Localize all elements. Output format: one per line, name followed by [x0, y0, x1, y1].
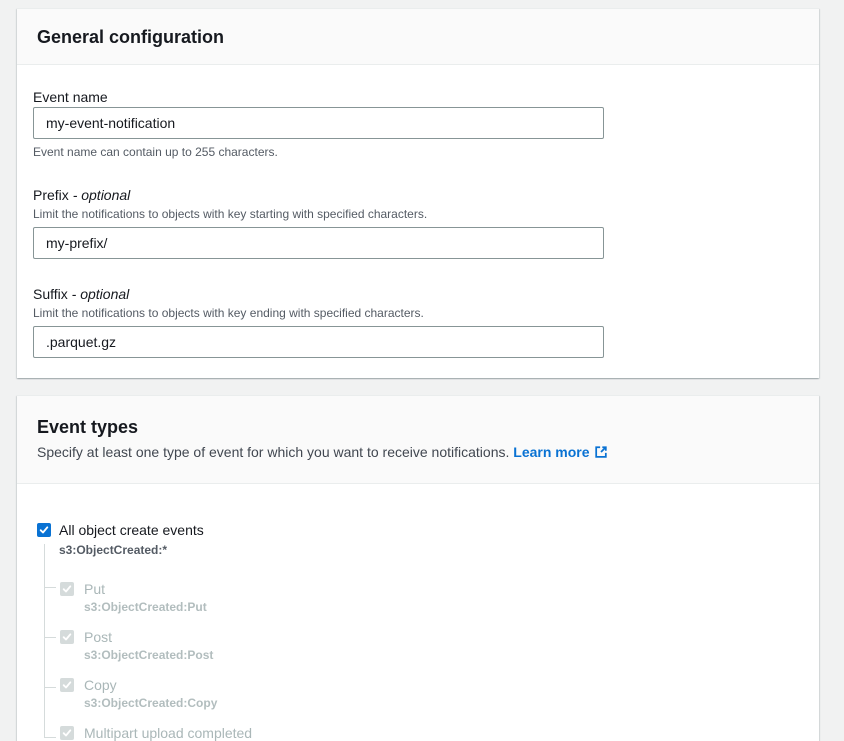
event-types-header: Event types Specify at least one type of…	[17, 396, 819, 484]
all-object-create-events-checkbox[interactable]	[37, 523, 51, 537]
general-configuration-body: Event name Event name can contain up to …	[17, 65, 819, 378]
all-object-create-events-label: All object create events	[59, 520, 204, 540]
event-types-title: Event types	[37, 416, 799, 438]
put-event-row: Put	[37, 579, 803, 599]
all-object-create-events-code: s3:ObjectCreated:*	[59, 542, 803, 558]
tree-branch-line	[44, 687, 56, 688]
tree-vertical-line	[44, 544, 45, 737]
post-event-item: Post s3:ObjectCreated:Post	[37, 627, 803, 663]
copy-event-row: Copy	[37, 675, 803, 695]
event-types-description-text: Specify at least one type of event for w…	[37, 444, 509, 460]
put-code: s3:ObjectCreated:Put	[84, 599, 803, 615]
put-event-item: Put s3:ObjectCreated:Put	[37, 579, 803, 615]
suffix-description: Limit the notifications to objects with …	[33, 305, 803, 321]
prefix-description: Limit the notifications to objects with …	[33, 206, 803, 222]
suffix-optional-text: - optional	[72, 286, 130, 302]
suffix-label: Suffix - optional	[33, 284, 803, 304]
general-configuration-card: General configuration Event name Event n…	[17, 8, 819, 378]
copy-code: s3:ObjectCreated:Copy	[84, 695, 803, 711]
prefix-label-text: Prefix	[33, 187, 69, 203]
prefix-input[interactable]	[33, 227, 604, 259]
post-event-row: Post	[37, 627, 803, 647]
all-object-create-events-row: All object create events	[37, 520, 803, 540]
event-name-hint: Event name can contain up to 255 charact…	[33, 144, 803, 160]
tree-branch-line	[44, 587, 56, 588]
check-icon	[62, 728, 72, 738]
tree-branch-line	[44, 737, 56, 738]
event-types-card: Event types Specify at least one type of…	[17, 395, 819, 741]
post-checkbox	[60, 630, 74, 644]
general-configuration-title: General configuration	[37, 26, 799, 48]
post-label: Post	[84, 627, 112, 647]
prefix-field: Prefix - optional Limit the notification…	[33, 185, 803, 259]
event-types-tree: All object create events s3:ObjectCreate…	[33, 520, 803, 741]
tree-branch-line	[44, 637, 56, 638]
copy-label: Copy	[84, 675, 117, 695]
multipart-upload-checkbox	[60, 726, 74, 740]
prefix-optional-text: - optional	[73, 187, 131, 203]
external-link-icon	[594, 445, 608, 463]
multipart-upload-event-row: Multipart upload completed	[37, 723, 803, 741]
event-name-label: Event name	[33, 87, 803, 107]
event-name-input[interactable]	[33, 107, 604, 139]
prefix-label: Prefix - optional	[33, 185, 803, 205]
suffix-label-text: Suffix	[33, 286, 68, 302]
put-checkbox	[60, 582, 74, 596]
copy-checkbox	[60, 678, 74, 692]
multipart-upload-label: Multipart upload completed	[84, 723, 252, 741]
check-icon	[62, 632, 72, 642]
event-types-body: All object create events s3:ObjectCreate…	[17, 484, 819, 741]
suffix-input[interactable]	[33, 326, 604, 358]
suffix-field: Suffix - optional Limit the notification…	[33, 284, 803, 358]
event-name-label-text: Event name	[33, 89, 108, 105]
copy-event-item: Copy s3:ObjectCreated:Copy	[37, 675, 803, 711]
check-icon	[62, 584, 72, 594]
put-label: Put	[84, 579, 105, 599]
event-name-field: Event name Event name can contain up to …	[33, 87, 803, 160]
learn-more-link[interactable]: Learn more	[513, 444, 589, 460]
check-icon	[62, 680, 72, 690]
check-icon	[39, 525, 49, 535]
multipart-upload-event-item: Multipart upload completed s3:ObjectCrea…	[37, 723, 803, 741]
event-types-description: Specify at least one type of event for w…	[37, 443, 799, 463]
post-code: s3:ObjectCreated:Post	[84, 647, 803, 663]
general-configuration-header: General configuration	[17, 9, 819, 65]
